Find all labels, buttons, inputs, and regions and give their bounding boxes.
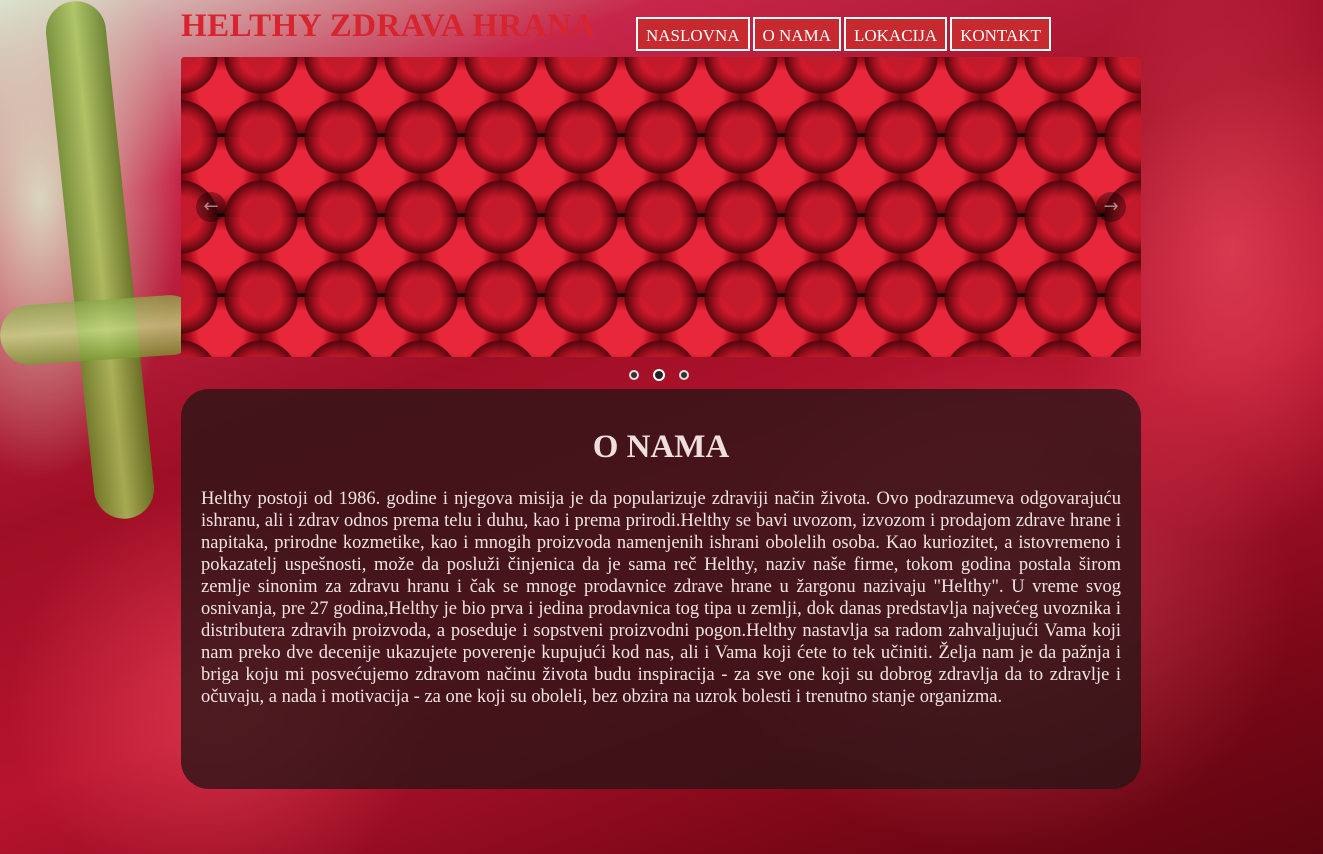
background-cherry-stem [42,0,158,522]
main-nav: NASLOVNA O NAMA LOKACIJA KONTAKT [636,17,1051,51]
nav-item-kontakt[interactable]: KONTAKT [950,17,1051,51]
background-cherry-stem-2 [0,293,202,367]
nav-item-lokacija[interactable]: LOKACIJA [843,17,948,51]
slider-pagination [629,369,689,381]
image-slider [181,57,1141,357]
about-text: Helthy postoji od 1986. godine i njegova… [201,489,1121,707]
nav-item-naslovna[interactable]: NASLOVNA [636,17,750,51]
page-title: O NAMA [592,429,730,465]
slider-dot-1[interactable] [629,370,639,380]
arrow-right-icon[interactable]: → [1096,192,1126,222]
site-title: HELTHY ZDRAVA HRANA [181,8,596,44]
nav-item-o-nama[interactable]: O NAMA [752,17,841,51]
content-panel: O NAMA Helthy postoji od 1986. godine i … [181,389,1141,789]
slider-dot-2[interactable] [653,369,665,381]
arrow-left-icon[interactable]: ← [196,192,226,222]
slider-dot-3[interactable] [679,370,689,380]
